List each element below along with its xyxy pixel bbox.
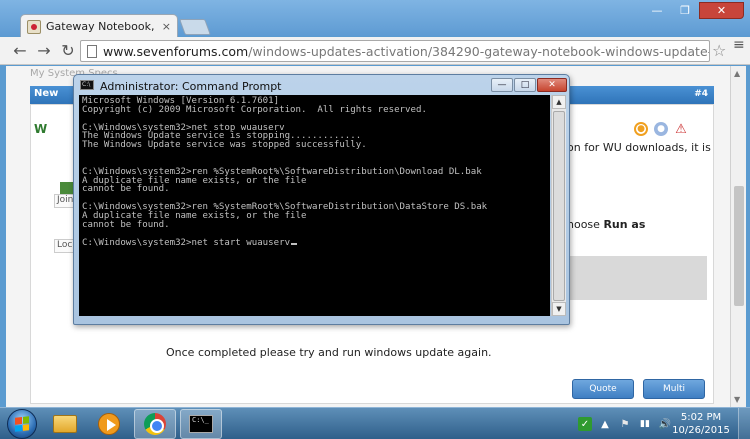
clock-time: 5:02 PM — [680, 412, 722, 423]
sevenforums-favicon-icon — [27, 19, 41, 34]
browser-window-controls: — ❐ ✕ — [643, 2, 744, 19]
post-text-line-2-prefix: hoose — [567, 218, 604, 231]
scroll-down-icon[interactable]: ▼ — [734, 395, 740, 404]
console-line: The Windows Update service was stopped s… — [82, 140, 367, 151]
chrome-icon — [144, 413, 166, 435]
forward-arrow-icon[interactable]: → — [34, 41, 54, 61]
folder-icon — [53, 415, 77, 433]
cmd-scroll-down-icon[interactable]: ▼ — [552, 302, 566, 316]
post-text-run-as: Run as — [603, 218, 646, 231]
media-player-icon — [98, 413, 120, 435]
new-badge: New — [34, 88, 59, 99]
action-center-flag-icon[interactable]: ⚑ — [618, 417, 632, 431]
quote-button[interactable]: Quote — [572, 379, 634, 399]
browser-tab[interactable]: Gateway Notebook, windo × — [20, 14, 178, 38]
command-prompt-window: C:\ Administrator: Command Prompt — □ ✕ … — [73, 74, 570, 325]
cmd-maximize-button[interactable]: □ — [514, 78, 536, 92]
taskbar-media-player-button[interactable] — [88, 409, 130, 439]
volume-icon[interactable]: 🔊 — [658, 417, 672, 431]
console-line: Copyright (c) 2009 Microsoft Corporation… — [82, 104, 427, 115]
url-path: /windows-updates-activation/384290-gatew… — [248, 43, 710, 59]
scrollbar-thumb[interactable] — [734, 186, 744, 306]
address-bar[interactable]: www.sevenforums.com/windows-updates-acti… — [80, 40, 710, 62]
console-line: cannot be found. — [82, 219, 170, 230]
clock-date: 10/26/2015 — [672, 425, 730, 436]
clock[interactable]: 5:02 PM 10/26/2015 — [672, 411, 730, 437]
show-desktop-button[interactable] — [738, 408, 750, 439]
browser-toolbar: ← → ↻ www.sevenforums.com/windows-update… — [0, 37, 750, 65]
cmd-scroll-up-icon[interactable]: ▲ — [552, 95, 566, 109]
new-tab-button[interactable] — [179, 19, 211, 35]
post-text-line-1: on for WU downloads, it is — [567, 141, 711, 154]
page-icon — [87, 44, 97, 58]
reload-icon[interactable]: ↻ — [58, 41, 78, 61]
report-icon[interactable]: ⚠ — [674, 122, 688, 137]
username-link[interactable]: W — [34, 122, 47, 136]
network-icon[interactable]: ▮▮ — [638, 417, 652, 431]
chrome-menu-icon[interactable]: ≡ — [733, 38, 745, 52]
code-block — [567, 256, 707, 300]
thanks-icon[interactable]: ● — [654, 122, 668, 136]
cmd-window-icon: C:\ — [80, 80, 94, 90]
cmd-scrollbar-thumb[interactable] — [553, 111, 565, 301]
command-prompt-icon: C:\_ — [189, 415, 213, 433]
cmd-scrollbar[interactable]: ▲ ▼ — [551, 95, 566, 316]
reputation-icon[interactable]: ● — [634, 122, 648, 136]
scroll-up-icon[interactable]: ▲ — [734, 69, 740, 78]
cmd-console-output[interactable]: Microsoft Windows [Version 6.1.7601] Copy… — [79, 95, 550, 316]
taskbar-cmd-button[interactable]: C:\_ — [180, 409, 222, 439]
cmd-minimize-button[interactable]: — — [491, 78, 513, 92]
cmd-title: Administrator: Command Prompt — [100, 80, 282, 93]
show-hidden-icons-icon[interactable]: ▲ — [598, 417, 612, 431]
post-action-icons: ● ● ⚠ — [634, 122, 688, 137]
back-arrow-icon[interactable]: ← — [10, 41, 30, 61]
page-scrollbar[interactable]: ▲ ▼ — [730, 66, 746, 407]
start-button[interactable] — [4, 409, 40, 439]
security-tray-icon[interactable]: ✓ — [578, 417, 592, 431]
close-button[interactable]: ✕ — [699, 2, 744, 19]
multi-quote-button[interactable]: Multi — [643, 379, 705, 399]
minimize-button[interactable]: — — [643, 2, 671, 19]
system-tray: ✓ ▲ ⚑ ▮▮ 🔊 — [578, 408, 672, 439]
taskbar-explorer-button[interactable] — [44, 409, 86, 439]
windows-flag-icon — [15, 416, 29, 432]
cmd-close-button[interactable]: ✕ — [537, 78, 567, 92]
post-text-completed: Once completed please try and run window… — [166, 346, 492, 359]
post-number[interactable]: #4 — [694, 89, 708, 99]
console-line: cannot be found. — [82, 184, 170, 195]
console-line: C:\Windows\system32>net start wuauserv — [82, 238, 547, 248]
console-cursor — [291, 242, 298, 245]
url-domain: www.sevenforums.com — [103, 43, 249, 59]
tab-close-icon[interactable]: × — [162, 20, 171, 33]
bookmark-star-icon[interactable]: ☆ — [712, 41, 726, 60]
taskbar: C:\_ ✓ ▲ ⚑ ▮▮ 🔊 5:02 PM 10/26/2015 — [0, 407, 750, 439]
tab-title: Gateway Notebook, windo — [46, 20, 158, 33]
restore-button[interactable]: ❐ — [671, 2, 699, 19]
url-text: www.sevenforums.com/windows-updates-acti… — [103, 43, 710, 59]
post-text-line-2: hoose Run as — [567, 218, 645, 231]
browser-titlebar: Gateway Notebook, windo × — ❐ ✕ — [0, 0, 750, 38]
taskbar-chrome-button[interactable] — [134, 409, 176, 439]
